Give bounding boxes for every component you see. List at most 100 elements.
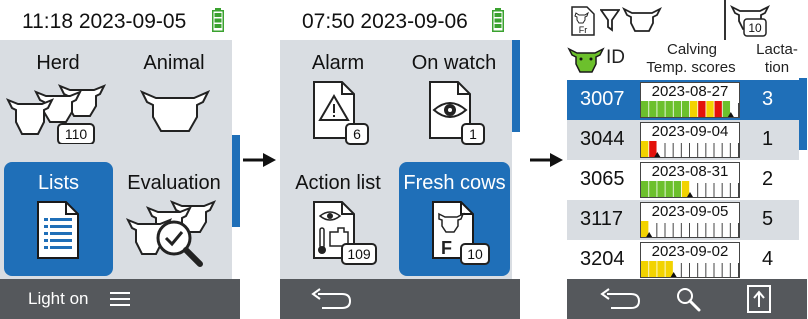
tile-evaluation[interactable]: Evaluation — [118, 162, 230, 276]
action-list-icon: 109 — [313, 201, 377, 265]
scrollbar-thumb[interactable] — [799, 78, 807, 150]
temp-score-tick — [680, 223, 682, 237]
cow-id: 3007 — [580, 88, 625, 110]
temp-score-tick — [664, 143, 666, 157]
cow-count: 10 — [748, 21, 762, 35]
temp-score-tick — [738, 263, 739, 277]
calving-date: 2023-09-05 — [651, 203, 729, 220]
temp-score-bar — [665, 181, 673, 197]
temp-score-tick — [729, 143, 731, 157]
tile-herd-label: Herd — [36, 52, 80, 74]
table-row[interactable]: 3065 2023-08-31 2 — [567, 160, 799, 200]
cow-id: 3204 — [580, 248, 625, 270]
scrollbar-thumb[interactable] — [232, 135, 240, 227]
hamburger-menu-icon[interactable] — [110, 292, 130, 306]
calving-date: 2023-08-31 — [651, 163, 729, 180]
calving-date: 2023-08-27 — [651, 83, 729, 100]
tile-lists[interactable]: Lists — [4, 162, 113, 276]
temp-score-tick — [664, 223, 666, 237]
tile-action-list[interactable]: Action list 109 — [282, 162, 394, 276]
table-row[interactable]: 3117 2023-09-05 5 — [567, 200, 799, 240]
svg-text:F: F — [441, 238, 452, 258]
lists-menu-screen: 07:50 2023-09-06 Alarm 6 On watch 1 Acti… — [280, 0, 520, 319]
tile-on-watch[interactable]: On watch 1 — [398, 42, 510, 156]
column-lactation-line2: tion — [764, 59, 790, 76]
tile-action-list-label: Action list — [295, 172, 381, 194]
calving-temp-cell: 2023-09-02 — [640, 242, 740, 278]
table-row[interactable]: 3204 2023-09-02 4 — [567, 240, 799, 280]
tile-fresh-cows[interactable]: Fresh cows F 10 — [399, 162, 510, 276]
magnifier-icon[interactable] — [675, 286, 701, 312]
on-watch-badge: 1 — [469, 126, 477, 142]
alarm-badge: 6 — [353, 126, 361, 142]
tile-fresh-cows-label: Fresh cows — [403, 172, 506, 194]
temp-score-bar — [641, 261, 649, 277]
temp-score-tick — [705, 143, 707, 157]
cow-id: 3044 — [580, 128, 625, 150]
tile-alarm-label: Alarm — [311, 52, 365, 74]
tile-alarm[interactable]: Alarm 6 — [282, 42, 394, 156]
temp-score-tick — [697, 183, 699, 197]
temp-score-tick — [656, 223, 658, 237]
temp-score-bar — [690, 101, 698, 117]
tile-herd[interactable]: Herd 110 — [2, 42, 114, 156]
temp-score-tick — [689, 223, 690, 237]
export-icon[interactable] — [747, 285, 771, 313]
temp-score-tick — [738, 183, 739, 197]
clock-date: 11:18 2023-09-05 — [22, 10, 187, 33]
footer-bar: Light on — [0, 279, 240, 319]
flow-arrow-icon — [243, 153, 276, 167]
temp-score-tick — [713, 183, 715, 197]
light-on-button[interactable]: Light on — [28, 289, 89, 309]
main-menu-screen: 11:18 2023-09-05 Herd 110 Animal Lists E… — [0, 0, 240, 319]
temp-score-tick — [738, 143, 739, 157]
cow-id: 3065 — [580, 168, 625, 190]
document-list-icon — [37, 201, 79, 259]
temp-score-tick — [721, 143, 723, 157]
status-bar: Fr 10 — [567, 0, 807, 40]
footer-bar — [280, 279, 520, 319]
cow-count-icon: 10 — [730, 4, 771, 37]
temp-score-bar — [673, 101, 682, 117]
filter-icon[interactable] — [600, 8, 620, 32]
temp-score-bar — [681, 181, 690, 197]
lactation-number: 5 — [762, 208, 774, 230]
table-row[interactable]: 3044 2023-09-04 1 — [567, 120, 799, 160]
flow-arrow-icon — [530, 153, 563, 167]
column-calving-line1: Calving — [666, 41, 718, 58]
action-list-badge: 109 — [347, 246, 371, 262]
green-cow-icon — [567, 47, 605, 73]
temp-score-tick — [738, 223, 739, 237]
clock-date: 07:50 2023-09-06 — [302, 10, 468, 33]
back-arrow-icon[interactable] — [599, 288, 643, 310]
scrollbar[interactable] — [799, 78, 807, 279]
temp-score-tick — [672, 143, 674, 157]
scrollbar[interactable] — [232, 40, 240, 279]
calving-date: 2023-09-04 — [651, 123, 729, 140]
herd-icon: 110 — [6, 84, 107, 144]
temp-score-tick — [729, 263, 731, 277]
temp-score-bar — [714, 101, 722, 117]
battery-icon — [492, 8, 504, 32]
lactation-number: 2 — [762, 168, 774, 190]
calving-temp-cell: 2023-09-04 — [640, 122, 740, 158]
tile-animal[interactable]: Animal — [118, 42, 230, 156]
menu-grid: Alarm 6 On watch 1 Action list 109 Fresh… — [280, 40, 512, 279]
table-row[interactable]: 3007 2023-08-27 3 — [567, 80, 799, 120]
temp-score-tick — [689, 263, 690, 277]
fresh-cows-list-screen: Fr 10 ID Calving Temp. scores Lacta- tio… — [567, 0, 807, 319]
temp-score-tick — [729, 183, 731, 197]
footer-bar — [567, 279, 807, 319]
temp-score-bar — [649, 101, 657, 117]
temp-score-bars — [641, 181, 739, 197]
scrollbar-thumb[interactable] — [512, 40, 520, 132]
calving-temp-cell: 2023-08-27 — [640, 82, 740, 118]
temp-score-bar — [649, 261, 657, 277]
temp-score-bar — [722, 101, 731, 117]
back-arrow-icon[interactable] — [310, 288, 354, 310]
temp-score-bars — [641, 261, 739, 277]
scrollbar[interactable] — [512, 40, 520, 279]
temp-score-tick — [680, 143, 682, 157]
temp-score-bar — [706, 101, 714, 117]
column-lactation-line1: Lacta- — [756, 41, 798, 58]
